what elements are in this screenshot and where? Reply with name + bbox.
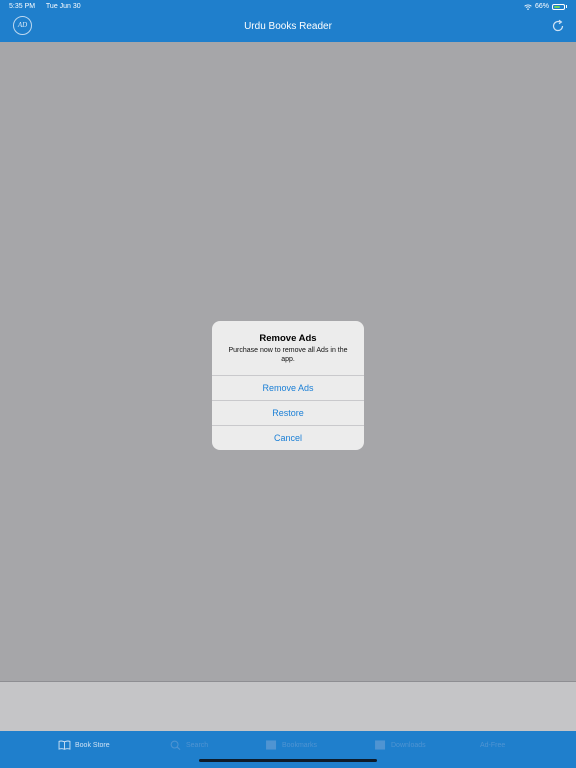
downloads-icon xyxy=(375,740,386,750)
home-indicator xyxy=(199,759,377,762)
tab-label: Bookmarks xyxy=(282,741,318,749)
wifi-icon xyxy=(524,3,532,10)
tab-book-store[interactable]: Book Store xyxy=(58,738,110,752)
tab-ad-free[interactable]: Ad-Free xyxy=(480,738,505,752)
refresh-icon[interactable] xyxy=(551,19,565,33)
cancel-button[interactable]: Cancel xyxy=(212,425,364,450)
alert-title: Remove Ads xyxy=(259,333,317,344)
remove-ads-button[interactable]: Remove Ads xyxy=(212,375,364,400)
battery-icon xyxy=(552,3,565,10)
tab-label: Search xyxy=(186,741,209,749)
bookmark-icon xyxy=(266,740,277,750)
page-title: Urdu Books Reader xyxy=(244,21,332,32)
tab-bar: Book Store Search Bookmarks Downloads Ad… xyxy=(0,731,576,768)
tab-label: Downloads xyxy=(391,741,426,749)
battery-percent: 66% xyxy=(534,3,549,10)
tab-label: Ad-Free xyxy=(480,741,506,749)
book-icon xyxy=(58,740,71,750)
remove-ads-alert: Remove Ads Purchase now to remove all Ad… xyxy=(212,321,364,450)
status-time: 5:35 PM xyxy=(9,3,36,10)
tab-bookmarks[interactable]: Bookmarks xyxy=(265,738,317,752)
tab-label: Book Store xyxy=(75,741,110,749)
restore-button[interactable]: Restore xyxy=(212,400,364,425)
status-date: Tue Jun 30 xyxy=(45,3,81,10)
tab-downloads[interactable]: Downloads xyxy=(374,738,426,752)
ad-banner-area xyxy=(0,681,576,731)
alert-message: Purchase now to remove all Ads in the ap… xyxy=(228,347,348,363)
tab-search[interactable]: Search xyxy=(169,738,208,752)
search-icon xyxy=(170,740,181,750)
status-bar: 5:35 PM Tue Jun 30 66% xyxy=(0,0,576,14)
navigation-bar: AD Urdu Books Reader xyxy=(0,14,576,42)
